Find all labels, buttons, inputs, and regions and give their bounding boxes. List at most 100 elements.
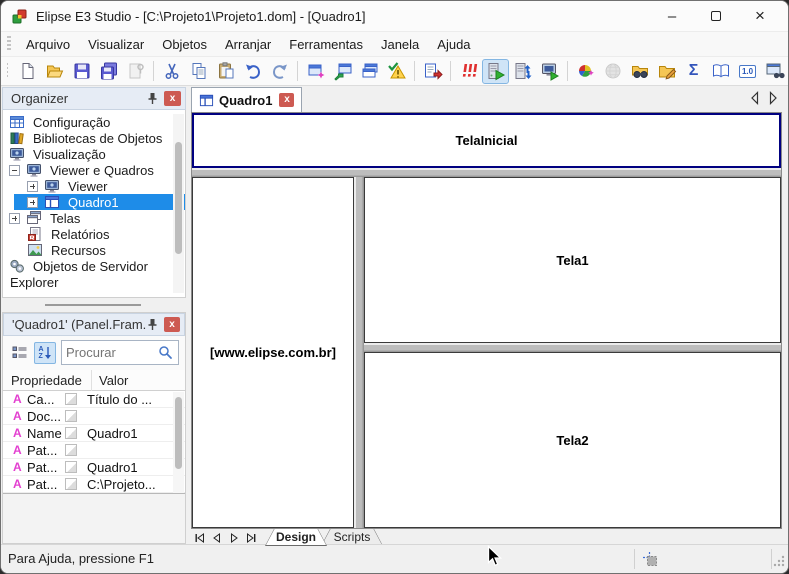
verify-domain-button[interactable] <box>383 59 410 84</box>
organizer-close-button[interactable]: x <box>164 91 181 106</box>
horizontal-splitter[interactable] <box>364 343 781 352</box>
dock-splitter[interactable] <box>1 298 187 312</box>
search-input[interactable] <box>66 345 158 360</box>
properties-close-button[interactable]: x <box>164 317 180 332</box>
organizer-pin-button[interactable] <box>145 91 159 106</box>
tab-scroll-right-button[interactable] <box>769 91 778 110</box>
frame-split-left[interactable]: [www.elipse.com.br] <box>192 177 354 528</box>
menu-janela[interactable]: Janela <box>372 34 428 55</box>
maximize-button[interactable] <box>694 1 738 31</box>
tree-item-relatorios[interactable]: Relatórios <box>3 226 185 242</box>
tree-item-explorer[interactable]: Explorer <box>3 274 185 290</box>
swap-server-button[interactable] <box>509 59 536 84</box>
property-row-path3[interactable]: APat...C:\Projeto... <box>3 476 185 493</box>
menu-ferramentas[interactable]: Ferramentas <box>280 34 372 55</box>
tree-item-bibliotecas[interactable]: Bibliotecas de Objetos <box>3 130 185 146</box>
properties-pin-button[interactable] <box>146 317 159 332</box>
find-button[interactable] <box>761 59 788 84</box>
expand-expander-icon[interactable] <box>27 181 38 192</box>
scrollbar-thumb[interactable] <box>175 142 182 254</box>
property-row-caption[interactable]: ACa...Título do ... <box>3 391 185 408</box>
menu-ajuda[interactable]: Ajuda <box>428 34 479 55</box>
sort-alphabetical-button[interactable]: AZ <box>34 342 56 364</box>
monitor-icon <box>44 178 60 194</box>
vertical-splitter[interactable] <box>354 177 364 528</box>
frame-split-tela2[interactable]: Tela2 <box>364 352 781 528</box>
close-button[interactable]: × <box>738 1 782 31</box>
tab-close-button[interactable]: x <box>279 93 294 107</box>
script-box-icon <box>65 427 77 439</box>
collapse-expander-icon[interactable] <box>9 165 20 176</box>
toolbar-separator <box>297 61 298 81</box>
column-propriedade[interactable]: Propriedade <box>11 373 82 388</box>
tree-item-quadro1[interactable]: Quadro1 <box>3 194 185 210</box>
property-row-path2[interactable]: APat...Quadro1 <box>3 459 185 476</box>
menu-arquivo[interactable]: Arquivo <box>17 34 79 55</box>
new-file-button[interactable] <box>14 59 41 84</box>
insert-object-button[interactable] <box>302 59 329 84</box>
version-control-button[interactable]: 1.0 <box>734 59 761 84</box>
toolbar-grip[interactable] <box>7 63 8 79</box>
frame-split-telainicial[interactable]: TelaInicial <box>192 113 781 168</box>
tree-item-objetos-de-servidor[interactable]: Objetos de Servidor <box>3 258 185 274</box>
gallery-button[interactable] <box>572 59 599 84</box>
tab-design[interactable]: Design <box>265 529 327 546</box>
left-dock: Organizer x Configuração Bibliotecas de … <box>1 86 187 544</box>
toolbar-separator <box>153 61 154 81</box>
cut-button[interactable] <box>158 59 185 84</box>
tab-quadro1[interactable]: Quadro1 x <box>191 87 302 112</box>
column-valor[interactable]: Valor <box>99 373 128 388</box>
property-row-doc[interactable]: ADoc... <box>3 408 185 425</box>
resize-grip[interactable] <box>772 554 785 570</box>
stop-application-button[interactable] <box>455 59 482 84</box>
properties-scrollbar[interactable] <box>173 392 184 493</box>
menu-visualizar[interactable]: Visualizar <box>79 34 153 55</box>
menu-objetos[interactable]: Objetos <box>153 34 216 55</box>
copy-button[interactable] <box>185 59 212 84</box>
tree-item-telas[interactable]: Telas <box>3 210 185 226</box>
screens-icon <box>26 210 42 226</box>
save-button[interactable] <box>68 59 95 84</box>
organizer-folder-button[interactable] <box>653 59 680 84</box>
tree-item-recursos[interactable]: Recursos <box>3 242 185 258</box>
open-button[interactable] <box>41 59 68 84</box>
export-button[interactable] <box>419 59 446 84</box>
scrollbar-thumb[interactable] <box>175 397 182 469</box>
property-row-path1[interactable]: APat... <box>3 442 185 459</box>
run-viewer-button[interactable] <box>536 59 563 84</box>
import-screen-button[interactable] <box>329 59 356 84</box>
register-server-button[interactable] <box>122 59 149 84</box>
properties-header: 'Quadro1' (Panel.Fram... x <box>3 313 185 336</box>
tree-item-viewer-e-quadros[interactable]: Viewer e Quadros <box>3 162 185 178</box>
tree-item-viewer[interactable]: Viewer <box>3 178 185 194</box>
menu-grip[interactable] <box>7 36 11 52</box>
frame-split-tela1[interactable]: Tela1 <box>364 177 781 343</box>
organizer-scrollbar[interactable] <box>173 114 184 293</box>
categorized-view-button[interactable] <box>9 342 31 364</box>
library-button[interactable] <box>707 59 734 84</box>
domain-button[interactable] <box>599 59 626 84</box>
watch-button[interactable] <box>626 59 653 84</box>
copy-screen-button[interactable] <box>356 59 383 84</box>
horizontal-splitter[interactable] <box>192 168 781 177</box>
paste-button[interactable] <box>212 59 239 84</box>
monitor-icon <box>9 146 25 162</box>
expand-expander-icon[interactable] <box>27 197 38 208</box>
script-box-icon <box>65 478 77 490</box>
sum-button[interactable]: Σ <box>680 59 707 84</box>
expand-expander-icon[interactable] <box>9 213 20 224</box>
redo-icon <box>270 61 290 81</box>
tab-scroll-left-button[interactable] <box>750 91 759 110</box>
report-icon <box>27 226 43 242</box>
run-application-button[interactable] <box>482 59 509 84</box>
minimize-button[interactable]: – <box>650 1 694 31</box>
menu-arranjar[interactable]: Arranjar <box>216 34 280 55</box>
save-all-button[interactable] <box>95 59 122 84</box>
tree-item-configuracao[interactable]: Configuração <box>3 114 185 130</box>
property-row-name[interactable]: ANameQuadro1 <box>3 425 185 442</box>
folder-edit-icon <box>657 61 677 81</box>
tree-item-visualizacao[interactable]: Visualização <box>3 146 185 162</box>
redo-button[interactable] <box>266 59 293 84</box>
undo-button[interactable] <box>239 59 266 84</box>
pin-icon <box>147 318 158 331</box>
